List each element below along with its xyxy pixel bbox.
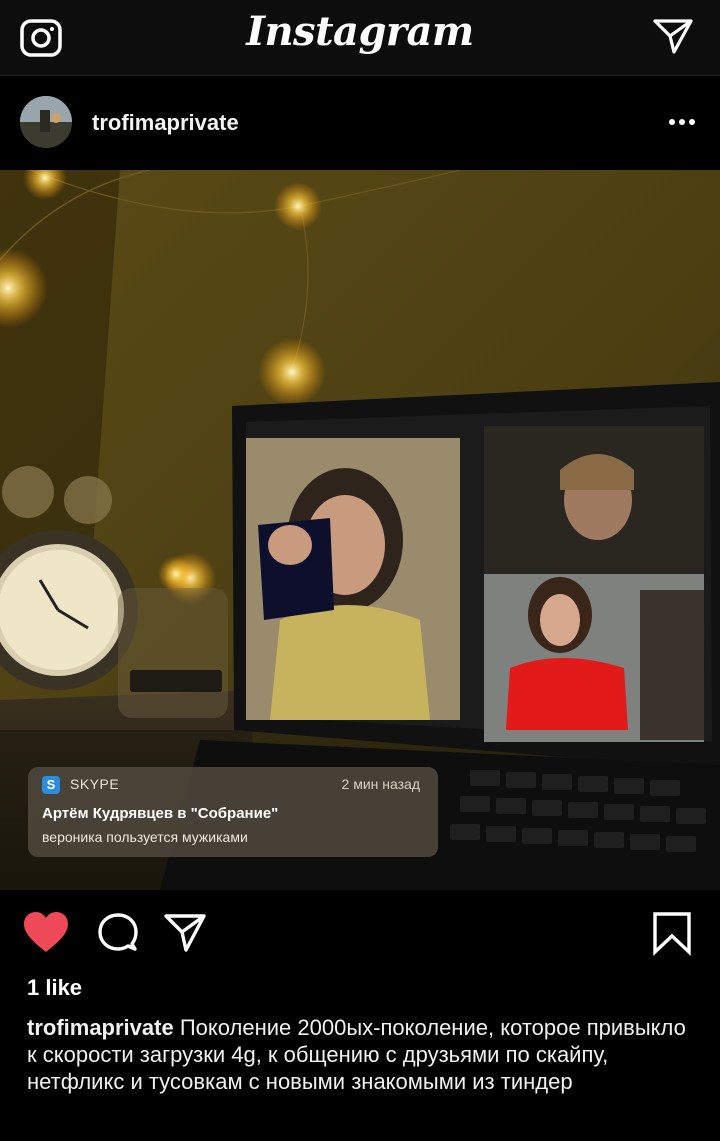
more-options-icon (669, 119, 695, 125)
save-button[interactable] (648, 910, 696, 956)
heart-icon (24, 912, 68, 952)
post-photo[interactable]: S SKYPE 2 мин назад Артём Кудрявцев в "С… (0, 170, 720, 890)
bookmark-icon (653, 912, 691, 956)
notification-title: Артём Кудрявцев в "Собрание" (42, 805, 279, 822)
instagram-logo: Instagram (246, 8, 474, 55)
top-bar: Instagram (0, 0, 720, 76)
notification-body: вероника пользуется мужиками (42, 829, 248, 845)
skype-icon: S (42, 776, 60, 794)
post-caption: trofimaprivate Поколение 2000ых-поколени… (27, 1014, 697, 1095)
skype-notification: S SKYPE 2 мин назад Артём Кудрявцев в "С… (28, 767, 438, 857)
comment-icon (98, 913, 138, 951)
post-actions (0, 890, 720, 974)
more-options-button[interactable] (666, 112, 698, 132)
like-button[interactable] (22, 910, 70, 956)
caption-username[interactable]: trofimaprivate (27, 1015, 174, 1040)
comment-button[interactable] (94, 910, 142, 956)
likes-count[interactable]: 1 like (27, 975, 82, 1001)
direct-message-icon (653, 19, 693, 54)
share-button[interactable] (162, 910, 210, 956)
post-header: trofimaprivate (0, 76, 720, 170)
notification-app-name: SKYPE (70, 776, 120, 792)
direct-message-button[interactable] (652, 16, 694, 56)
share-icon (164, 914, 206, 952)
notification-time: 2 мин назад (341, 776, 420, 792)
post-username[interactable]: trofimaprivate (92, 110, 239, 136)
avatar[interactable] (20, 96, 72, 148)
